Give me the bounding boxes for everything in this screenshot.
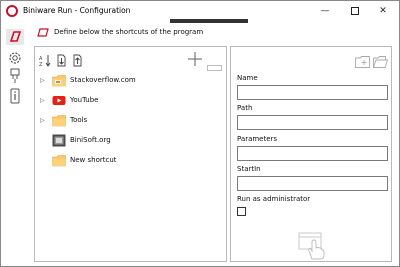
youtube-icon — [52, 96, 66, 105]
gear-icon — [9, 52, 21, 64]
minimize-button[interactable]: — — [311, 1, 339, 21]
folder-icon — [52, 155, 66, 167]
title-drag-strip — [170, 19, 248, 23]
shortcut-header-icon — [37, 28, 49, 37]
tree-item-label: Tools — [70, 116, 88, 124]
title-bar[interactable]: Biniware Run - Configuration — ✕ — [1, 1, 399, 23]
header-instruction: Define below the shortcuts of the progra… — [54, 28, 204, 36]
path-field[interactable] — [237, 115, 388, 130]
svg-text:Z: Z — [39, 62, 43, 67]
folder-outline-icon — [355, 56, 370, 68]
tree-item-stackoverflow[interactable]: ▷ Stackoverflow.com — [35, 71, 226, 91]
parameters-field[interactable] — [237, 146, 388, 161]
sort-az-icon: A Z — [39, 55, 51, 68]
run-as-admin-label: Run as administrator — [237, 195, 311, 203]
run-icon — [6, 29, 24, 45]
shortcut-tree-panel: A Z ▷ Stackoverflow.com ▷ YouTube ▷ Tool… — [34, 46, 227, 262]
add-shortcut-button[interactable] — [187, 51, 203, 67]
shortcuts-nav-button[interactable] — [6, 29, 24, 45]
parameters-label: Parameters — [237, 135, 278, 143]
maximize-icon — [351, 6, 359, 15]
tree-item-label: YouTube — [70, 96, 99, 104]
new-folder-button[interactable] — [355, 53, 370, 68]
startin-label: StartIn — [237, 165, 261, 173]
shortcut-tree: ▷ Stackoverflow.com ▷ YouTube ▷ Tools Bi… — [35, 71, 226, 171]
expand-arrow-icon[interactable]: ▷ — [40, 97, 45, 104]
tree-item-tools[interactable]: ▷ Tools — [35, 111, 226, 131]
expand-arrow-icon[interactable]: ▷ — [40, 117, 45, 124]
folder-icon — [52, 75, 66, 87]
remove-shortcut-button[interactable] — [207, 56, 222, 71]
move-up-button[interactable] — [71, 52, 84, 67]
about-nav-button[interactable] — [6, 88, 24, 104]
move-down-button[interactable] — [55, 52, 68, 67]
close-button[interactable]: ✕ — [369, 1, 397, 21]
shortcut-icon-picker[interactable] — [298, 232, 328, 260]
tree-item-label: Stackoverflow.com — [70, 76, 136, 84]
tree-item-label: BiniSoft.org — [70, 136, 111, 144]
folder-open-icon — [373, 56, 389, 68]
tree-item-youtube[interactable]: ▷ YouTube — [35, 91, 226, 111]
window-title: Biniware Run - Configuration — [23, 6, 131, 15]
plus-icon — [188, 52, 202, 66]
website-icon — [52, 134, 66, 147]
settings-nav-button[interactable] — [6, 50, 24, 66]
name-field[interactable] — [237, 85, 388, 100]
expand-arrow-icon[interactable]: ▷ — [40, 77, 45, 84]
startin-field[interactable] — [237, 176, 388, 191]
plugins-nav-button[interactable] — [6, 68, 24, 84]
move-up-icon — [73, 54, 82, 67]
window-hand-icon — [298, 232, 325, 260]
open-folder-button[interactable] — [373, 53, 389, 68]
tree-item-new-shortcut[interactable]: New shortcut — [35, 151, 226, 171]
shortcut-properties-panel: Name Path Parameters StartIn Run as admi… — [230, 46, 392, 262]
tree-item-binisoft[interactable]: BiniSoft.org — [35, 131, 226, 151]
maximize-button[interactable] — [341, 1, 369, 21]
sort-button[interactable]: A Z — [39, 52, 52, 68]
folder-icon — [52, 115, 66, 127]
info-icon — [10, 88, 20, 104]
path-label: Path — [237, 104, 253, 112]
tree-item-label: New shortcut — [70, 156, 117, 164]
plug-icon — [10, 68, 20, 83]
name-label: Name — [237, 74, 258, 82]
app-logo-icon — [6, 5, 18, 17]
configuration-window: Biniware Run - Configuration — ✕ Define … — [0, 0, 400, 267]
side-rail — [1, 23, 29, 266]
move-down-icon — [57, 54, 66, 67]
run-as-admin-checkbox[interactable] — [237, 207, 246, 216]
